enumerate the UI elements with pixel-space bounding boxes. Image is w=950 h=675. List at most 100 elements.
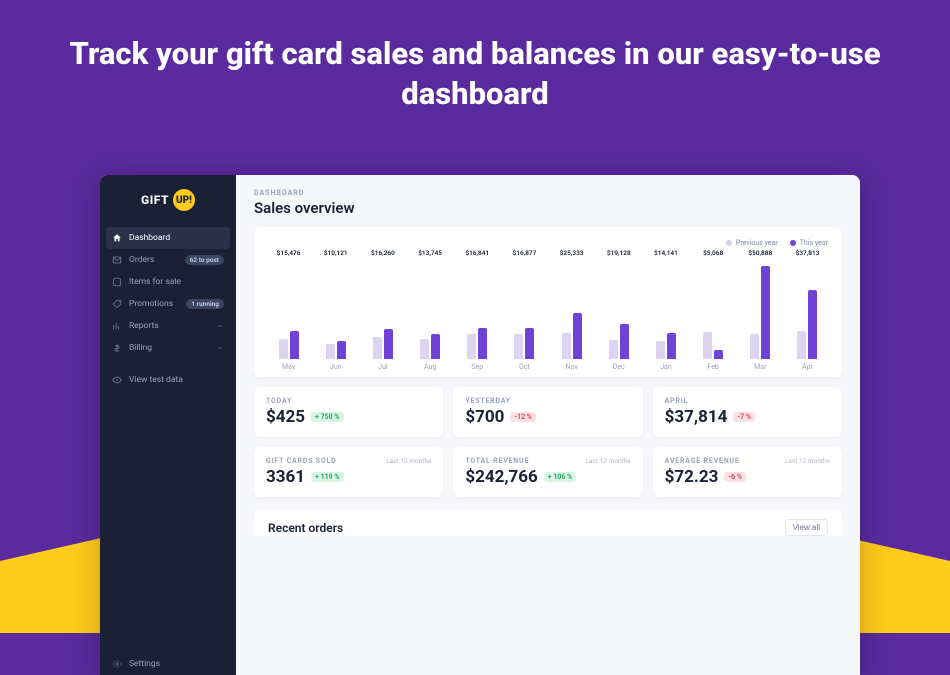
stat-note: Last 12 months: [785, 457, 830, 465]
stat-delta: -6 %: [724, 472, 746, 482]
sidebar-item-items-for-sale[interactable]: Items for sale: [100, 271, 236, 293]
bar-this-year: [431, 334, 440, 359]
sidebar-item-dashboard[interactable]: Dashboard: [106, 227, 230, 249]
bar-group: $14,141Jan: [645, 249, 686, 371]
bar-group: $16,260Jul: [362, 249, 403, 371]
bar-month-label: Dec: [613, 363, 625, 371]
stat-label: TODAY: [266, 397, 292, 405]
bar-this-year: [667, 333, 676, 359]
bar-previous-year: [656, 341, 665, 359]
promotions-badge: 1 running: [186, 299, 224, 309]
stat-value: $72.23: [665, 467, 719, 487]
view-all-button[interactable]: View all: [785, 519, 828, 536]
bar-value-label: $25,333: [560, 249, 584, 257]
bar-value-label: $16,877: [513, 249, 537, 257]
bar-group: $15,476May: [268, 249, 309, 371]
sidebar: GIFT UP! Dashboard Orders 62 to post Ite…: [100, 175, 236, 675]
bar-value-label: $37,813: [796, 249, 820, 257]
sidebar-item-view-test-data[interactable]: View test data: [100, 369, 236, 391]
sidebar-item-label: Orders: [129, 255, 154, 265]
bar-this-year: [808, 290, 817, 359]
marketing-headline: Track your gift card sales and balances …: [0, 0, 950, 115]
bar-previous-year: [467, 334, 476, 359]
bar-this-year: [761, 266, 770, 359]
chevron-down-icon: [216, 322, 224, 330]
stat-note: Last 12 months: [386, 457, 431, 465]
stat-card: YESTERDAY $700 -12 %: [453, 387, 642, 437]
sidebar-item-billing[interactable]: Billing: [100, 337, 236, 359]
bar-this-year: [525, 328, 534, 359]
bar-value-label: $14,141: [654, 249, 678, 257]
bar-value-label: $50,888: [748, 249, 772, 257]
stat-card: APRIL $37,814 -7 %: [653, 387, 842, 437]
bar-previous-year: [514, 334, 523, 359]
sidebar-item-settings[interactable]: Settings: [100, 653, 236, 675]
bar-value-label: $13,745: [418, 249, 442, 257]
bar-group: $37,813Apr: [787, 249, 828, 371]
stat-label: APRIL: [665, 397, 689, 405]
sidebar-item-label: Dashboard: [129, 233, 170, 243]
breadcrumb: DASHBOARD: [254, 189, 842, 197]
bar-month-label: Nov: [565, 363, 577, 371]
tag-icon: [112, 299, 122, 309]
sidebar-item-orders[interactable]: Orders 62 to post: [100, 249, 236, 271]
sales-chart-card: Previous year This year $15,476May$10,12…: [254, 227, 842, 377]
sidebar-item-label: Items for sale: [129, 277, 181, 287]
dot-icon: [790, 240, 796, 246]
bar-value-label: $19,128: [607, 249, 631, 257]
logo-text-gift: GIFT: [141, 193, 169, 207]
recent-orders-title: Recent orders: [268, 521, 343, 535]
bar-group: $5,068Feb: [693, 249, 734, 371]
bar-previous-year: [797, 331, 806, 359]
stat-delta: -7 %: [733, 412, 755, 422]
sidebar-item-label: Reports: [129, 321, 159, 331]
chevron-down-icon: [216, 344, 224, 352]
bar-month-label: Jun: [330, 363, 342, 371]
bar-value-label: $10,121: [324, 249, 348, 257]
recent-orders-card: Recent orders View all: [254, 509, 842, 536]
gear-icon: [112, 659, 122, 669]
bar-previous-year: [703, 332, 712, 359]
stat-card: AVERAGE REVENUE Last 12 months $72.23 -6 %: [653, 447, 842, 497]
stat-value: $37,814: [665, 407, 728, 427]
bar-this-year: [290, 331, 299, 359]
bar-value-label: $5,068: [703, 249, 723, 257]
bar-group: $16,877 Oct: [504, 249, 545, 371]
stat-label: GIFT CARDS SOLD: [266, 457, 336, 465]
bar-chart-icon: [112, 321, 122, 331]
sidebar-item-label: View test data: [129, 375, 183, 385]
bar-group: $13,745Aug: [410, 249, 451, 371]
bar-month-label: May: [282, 363, 295, 371]
stats-row-bottom: GIFT CARDS SOLD Last 12 months 3361 + 119 %…: [254, 447, 842, 497]
sidebar-item-promotions[interactable]: Promotions 1 running: [100, 293, 236, 315]
book-icon: [112, 277, 122, 287]
stat-label: YESTERDAY: [465, 397, 511, 405]
stat-label: AVERAGE REVENUE: [665, 457, 740, 465]
app-window: GIFT UP! Dashboard Orders 62 to post Ite…: [100, 175, 860, 675]
sidebar-item-reports[interactable]: Reports: [100, 315, 236, 337]
bar-value-label: $16,260: [371, 249, 395, 257]
stat-value: $700: [465, 407, 504, 427]
bar-this-year: [620, 324, 629, 359]
bar-previous-year: [750, 334, 759, 359]
bar-this-year: [478, 328, 487, 359]
bar-this-year: [337, 341, 346, 359]
bar-group: $25,333 Nov: [551, 249, 592, 371]
stat-card: GIFT CARDS SOLD Last 12 months 3361 + 119 %: [254, 447, 443, 497]
bar-month-label: Sep: [471, 363, 483, 371]
bar-previous-year: [420, 339, 429, 359]
stat-delta: -12 %: [510, 412, 536, 422]
stat-value: $242,766: [465, 467, 537, 487]
bar-month-label: Oct: [519, 363, 530, 371]
bar-group: $10,121 Jun: [315, 249, 356, 371]
stat-label: TOTAL REVENUE: [465, 457, 529, 465]
mail-icon: [112, 255, 122, 265]
stat-delta: + 119 %: [311, 472, 344, 482]
legend-this-year: This year: [790, 239, 828, 247]
bar-chart: $15,476May $10,121 Jun $16,260Jul$13,745Aug…: [268, 251, 828, 371]
stat-value: 3361: [266, 467, 305, 487]
main-content: DASHBOARD Sales overview Previous year T…: [236, 175, 860, 675]
page-title: Sales overview: [254, 199, 842, 217]
stat-card: TOTAL REVENUELast 12 months$242,766+ 106…: [453, 447, 642, 497]
dot-icon: [726, 240, 732, 246]
